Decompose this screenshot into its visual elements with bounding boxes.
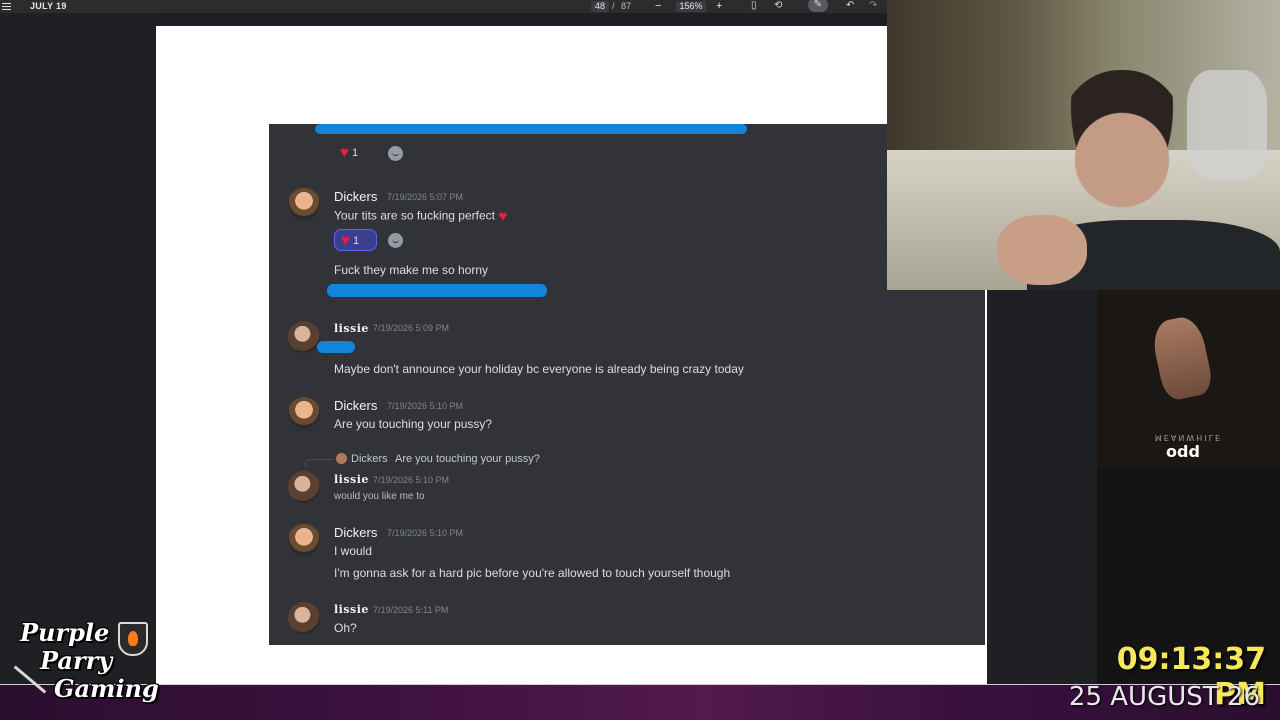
message-timestamp: 7/19/2026 5:10 PM <box>387 401 464 411</box>
webcam-person-hand <box>997 215 1087 285</box>
reply-avatar <box>336 453 347 464</box>
avatar[interactable] <box>288 471 320 503</box>
reaction-count: 1 <box>351 147 359 159</box>
message-timestamp: 7/19/2026 5:11 PM <box>373 605 449 615</box>
redaction-scribble <box>317 341 355 353</box>
heart-icon: ♥ <box>498 208 508 225</box>
reply-connector <box>305 459 333 467</box>
album-hand-image <box>1149 313 1215 403</box>
stream-frame: JULY 19 48 / 87 − 156% + ▯ ⟲ ✎ ↶ ↷ ♥ 1 D… <box>0 0 1280 720</box>
message-text: I'm gonna ask for a hard pic before you'… <box>334 566 731 580</box>
message-text: Your tits are so fucking perfect ♥ <box>334 208 508 225</box>
heart-reaction[interactable]: ♥ 1 <box>334 142 376 164</box>
redaction-scribble <box>327 284 547 297</box>
channel-logo: Purple Parry Gaming <box>2 618 167 714</box>
draw-icon[interactable]: ✎ <box>808 0 828 12</box>
zoom-out-button[interactable]: − <box>655 0 661 13</box>
heart-reaction[interactable]: ♥ 1 <box>334 229 377 251</box>
stream-clock-date: 25 AUGUST 26 <box>1068 682 1260 712</box>
undo-icon[interactable]: ↶ <box>846 0 854 13</box>
webcam-feed <box>887 0 1280 290</box>
message-author[interactable]: Dickers <box>334 189 377 204</box>
webcam-chair <box>1187 70 1267 180</box>
reply-author[interactable]: Dickers <box>351 453 388 465</box>
logo-line-3: Gaming <box>54 674 159 703</box>
chat-screenshot: ♥ 1 Dickers 7/19/2026 5:07 PM Your tits … <box>269 124 985 645</box>
page-total: 87 <box>621 1 632 11</box>
avatar[interactable] <box>288 602 320 634</box>
message-timestamp: 7/19/2026 5:10 PM <box>387 528 464 538</box>
message-author[interactable]: Dickers <box>334 525 377 540</box>
logo-line-1: Purple <box>20 618 110 647</box>
document-title: JULY 19 <box>30 1 67 11</box>
avatar[interactable] <box>288 397 320 429</box>
viewer-background-left <box>0 13 156 685</box>
webcam-person-head <box>1057 70 1187 220</box>
album-title: odd <box>1166 442 1200 461</box>
message-timestamp: 7/19/2026 5:10 PM <box>373 475 450 485</box>
message-author[interactable]: Dickers <box>334 398 377 413</box>
rotate-icon[interactable]: ⟲ <box>774 0 782 13</box>
page-separator: / <box>612 1 615 11</box>
message-text: would you like me to <box>334 491 425 502</box>
redaction-scribble <box>315 124 747 134</box>
zoom-level-input[interactable]: 156% <box>676 1 706 12</box>
avatar[interactable] <box>288 321 320 353</box>
add-reaction-icon[interactable] <box>388 233 403 248</box>
message-author[interactable]: lissie <box>334 322 369 335</box>
reply-preview[interactable]: Are you touching your pussy? <box>395 453 540 465</box>
message-timestamp: 7/19/2026 5:09 PM <box>373 323 450 333</box>
logo-line-2: Parry <box>40 646 113 675</box>
album-subtitle: MEANWHILE <box>1154 433 1223 442</box>
redo-icon[interactable]: ↷ <box>869 0 877 13</box>
avatar[interactable] <box>288 524 320 556</box>
message-text: Fuck they make me so horny <box>334 263 489 277</box>
shield-flame-icon <box>118 622 148 656</box>
avatar[interactable] <box>288 188 320 220</box>
zoom-in-button[interactable]: + <box>716 0 722 13</box>
page-number-input[interactable]: 48 <box>591 1 609 12</box>
now-playing-album-art: MEANWHILE odd <box>1097 290 1280 468</box>
fit-page-icon[interactable]: ▯ <box>751 0 757 13</box>
message-text: Are you touching your pussy? <box>334 417 493 431</box>
message-timestamp: 7/19/2026 5:07 PM <box>387 192 464 202</box>
message-text: Maybe don't announce your holiday bc eve… <box>334 362 744 376</box>
message-text: I would <box>334 544 373 558</box>
menu-icon[interactable] <box>2 0 12 13</box>
message-author[interactable]: lissie <box>334 473 369 486</box>
message-text: Oh? <box>334 621 357 635</box>
heart-icon: ♥ <box>340 144 349 162</box>
reaction-count: 1 <box>352 235 360 247</box>
message-author[interactable]: lissie <box>334 603 369 616</box>
add-reaction-icon[interactable] <box>388 146 403 161</box>
heart-icon: ♥ <box>341 232 350 250</box>
